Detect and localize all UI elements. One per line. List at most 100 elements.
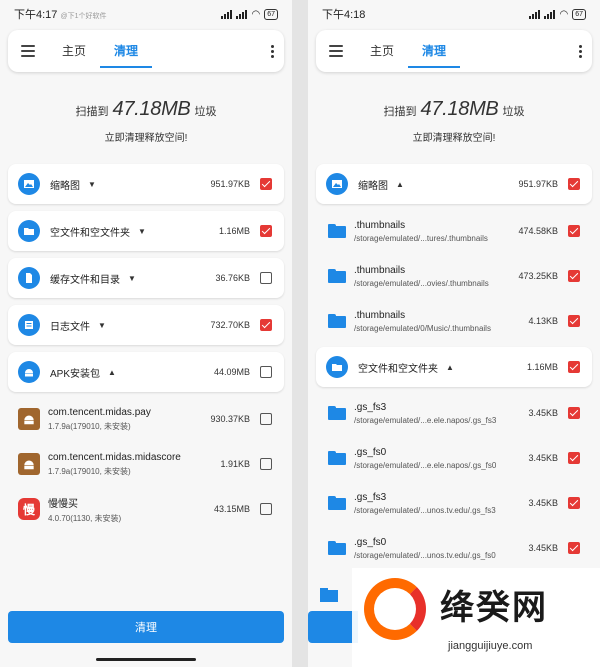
app-bar: 主页 清理 [8,30,284,72]
category-label: APK安装包 [50,368,101,380]
summary-prefix: 扫描到 [383,106,417,118]
folder-icon [328,269,346,283]
status-icons: ◠ 67 [221,8,278,20]
watermark-title: 绛癸网 [440,588,548,628]
chevron-down-icon[interactable]: ▼ [98,321,106,330]
folder-icon [18,220,40,242]
category-cache[interactable]: 缓存文件和目录 ▼ 36.76KB [8,258,284,298]
summary-suffix: 垃圾 [502,106,525,118]
item-name: com.tencent.midas.midascore [48,451,181,463]
checkbox[interactable] [260,272,272,284]
checkbox[interactable] [260,503,272,515]
item-name: com.tencent.midas.pay [48,406,151,418]
checkbox[interactable] [260,319,272,331]
list-item[interactable]: com.tencent.midas.midascore 1.7.9a(179010… [8,442,284,486]
checkbox[interactable] [260,178,272,190]
tab-home[interactable]: 主页 [356,30,408,72]
watermark: 绛癸网 jiangguijiuye.com [352,568,600,667]
folder-icon [328,451,346,465]
folder-icon [328,496,346,510]
item-size: 4.13KB [528,316,558,326]
tab-home[interactable]: 主页 [48,30,100,72]
more-options-icon[interactable] [568,44,592,58]
wifi-icon: ◠ [559,8,569,20]
app-bar: 主页 清理 [316,30,592,72]
category-size: 1.16MB [218,226,250,236]
chevron-down-icon[interactable]: ▼ [128,274,136,283]
list-item[interactable]: .gs_fs0/storage/emulated/...unos.tv.edu/… [316,526,592,570]
list-item[interactable]: .gs_fs3/storage/emulated/...e.ele.napos/… [316,391,592,435]
chevron-down-icon[interactable]: ▼ [88,180,96,189]
item-path: /storage/emulated/...e.ele.napos/.gs_fs3 [354,415,497,425]
list-item[interactable]: .thumbnails/storage/emulated/0/Music/.th… [316,299,592,343]
item-size: 474.58KB [518,226,558,236]
folder-icon [328,224,346,238]
category-thumbnails[interactable]: 缩略图 ▼ 951.97KB [8,164,284,204]
category-thumbnails[interactable]: 缩略图 ▲ 951.97KB [316,164,592,204]
checkbox[interactable] [568,178,580,190]
chevron-up-icon[interactable]: ▲ [446,363,454,372]
item-size: 3.45KB [528,408,558,418]
checkbox[interactable] [260,366,272,378]
category-logs[interactable]: 日志文件 ▼ 732.70KB [8,305,284,345]
checkbox[interactable] [568,270,580,282]
junk-size: 47.18MB [112,98,191,120]
folder-icon [326,356,348,378]
category-size: 951.97KB [210,179,250,189]
file-icon [18,267,40,289]
item-name: .thumbnails [354,309,406,321]
checkbox[interactable] [260,413,272,425]
android-app-icon [18,453,40,475]
chevron-down-icon[interactable]: ▼ [138,227,146,236]
item-name: .gs_fs3 [354,401,387,413]
checkbox[interactable] [568,225,580,237]
image-icon [18,173,40,195]
tab-clean[interactable]: 清理 [408,30,460,72]
more-options-icon[interactable] [260,44,284,58]
item-name: .gs_fs0 [354,446,387,458]
category-empty-folders[interactable]: 空文件和空文件夹 ▼ 1.16MB [8,211,284,251]
checkbox[interactable] [568,407,580,419]
list-item[interactable]: com.tencent.midas.pay 1.7.9a(179010, 未安装)… [8,397,284,441]
list-item[interactable]: 慢 慢慢买 4.0.70(1130, 未安装) 43.15MB [8,487,284,531]
category-apk[interactable]: APK安装包 ▲ 44.09MB [8,352,284,392]
android-icon [18,361,40,383]
item-version: 1.7.9a(179010, 未安装) [48,466,131,476]
list-item[interactable]: .gs_fs3/storage/emulated/...unos.tv.edu/… [316,481,592,525]
item-name: .thumbnails [354,219,406,231]
item-name: 慢慢买 [48,498,78,510]
category-label: 缩略图 [358,180,388,192]
checkbox[interactable] [260,225,272,237]
folder-icon [320,588,338,602]
chevron-up-icon[interactable]: ▲ [396,180,404,189]
hamburger-menu-icon[interactable] [316,45,356,57]
signal-icon [221,9,233,19]
checkbox[interactable] [568,315,580,327]
checkbox[interactable] [568,497,580,509]
list-item[interactable]: .thumbnails/storage/emulated/...ovies/.t… [316,254,592,298]
chevron-up-icon[interactable]: ▲ [108,368,116,377]
list-item[interactable]: .gs_fs0/storage/emulated/...e.ele.napos/… [316,436,592,480]
item-size: 43.15MB [213,504,250,514]
right-screen: 下午4:18 ◠ 67 主页 清理 扫描到 47.18MB 垃圾 立即清理释放空… [308,0,600,667]
checkbox[interactable] [568,361,580,373]
item-path: /storage/emulated/0/Music/.thumbnails [354,323,491,333]
summary-subtitle: 立即清理释放空间! [104,133,188,144]
list-item[interactable]: .thumbnails/storage/emulated/...tures/.t… [316,209,592,253]
battery-icon: 67 [572,8,586,20]
category-empty-folders[interactable]: 空文件和空文件夹 ▲ 1.16MB [316,347,592,387]
category-label: 缓存文件和目录 [50,274,120,286]
summary-prefix: 扫描到 [75,106,109,118]
checkbox[interactable] [260,458,272,470]
clean-button[interactable]: 清理 [8,611,284,643]
checkbox[interactable] [568,452,580,464]
item-size: 3.45KB [528,543,558,553]
status-time: 下午4:17 @下1个好软件 [14,9,107,21]
item-path: /storage/emulated/...e.ele.napos/.gs_fs0 [354,460,497,470]
left-screen: 下午4:17 @下1个好软件 ◠ 67 主页 清理 扫描到 47.18MB 垃圾… [0,0,292,667]
tab-clean[interactable]: 清理 [100,30,152,72]
checkbox[interactable] [568,542,580,554]
hamburger-menu-icon[interactable] [8,45,48,57]
clean-button[interactable] [308,611,358,643]
app-logo-icon: 慢 [18,498,40,520]
